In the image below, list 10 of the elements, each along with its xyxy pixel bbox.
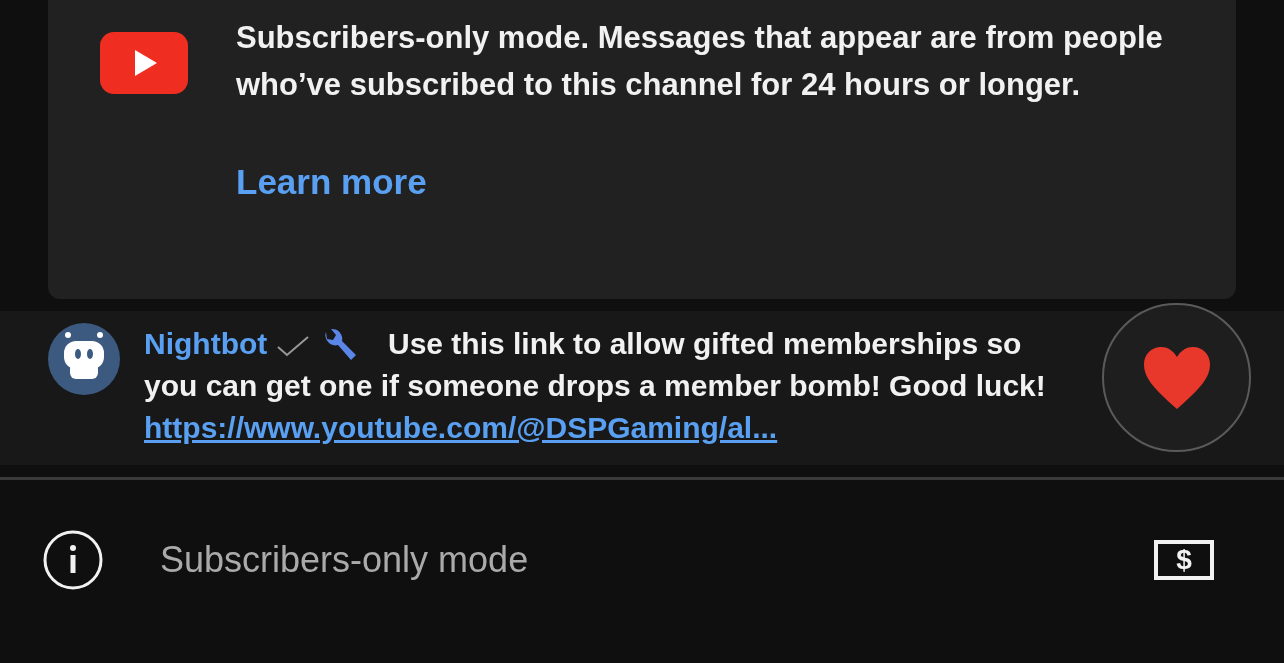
super-chat-button[interactable]: $ bbox=[1154, 540, 1214, 580]
play-logo-icon bbox=[100, 32, 188, 94]
chat-input-field[interactable]: Subscribers-only mode bbox=[158, 532, 1154, 588]
learn-more-link[interactable]: Learn more bbox=[236, 156, 427, 209]
heart-icon bbox=[1141, 344, 1212, 411]
info-icon[interactable] bbox=[42, 529, 104, 591]
notice-text: Subscribers-only mode. Messages that appear are from people who’ve subscribed to this channel for 24 hours or longer. bbox=[236, 19, 1164, 104]
chat-message: Nightbot Use this link to allow gifted memberships so you can get one if someone drops a member bomb! Good luck! https://www.youtube.com/@DSPGaming/al... bbox=[144, 326, 1047, 446]
message-link[interactable]: https://www.youtube.com/@DSPGaming/al... bbox=[144, 411, 778, 444]
robot-avatar-icon bbox=[48, 323, 120, 395]
